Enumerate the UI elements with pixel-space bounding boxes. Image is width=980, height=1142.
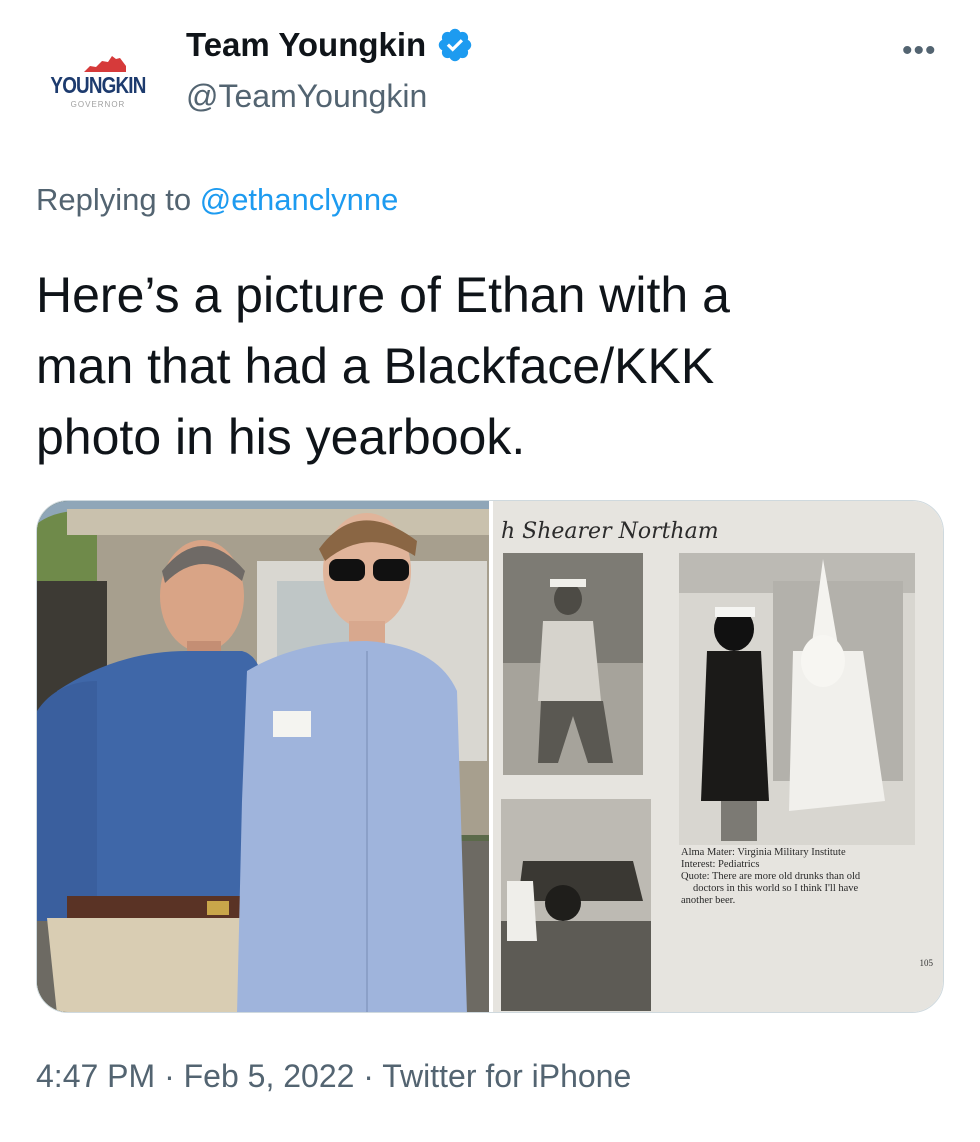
event-photo-illustration <box>37 501 489 1012</box>
avatar-logo-subtext: GOVERNOR <box>70 99 126 109</box>
yearbook-caption-line: Quote: There are more old drunks than ol… <box>681 871 861 882</box>
yearbook-caption-line: Alma Mater: Virginia Military Institute <box>681 847 846 858</box>
tweet-date[interactable]: Feb 5, 2022 <box>184 1058 355 1094</box>
tweet-text: Here’s a picture of Ethan with a man tha… <box>36 267 730 465</box>
avatar[interactable]: YOUNGKIN GOVERNOR <box>36 26 160 134</box>
virginia-state-logo-icon <box>84 55 126 72</box>
author-name-row: Team Youngkin <box>186 26 474 64</box>
yearbook-header: h Shearer Northam <box>501 519 719 544</box>
replying-to-label: Replying to <box>36 182 192 217</box>
reply-mention-link[interactable]: @ethanclynne <box>200 182 399 217</box>
avatar-logo-text: YOUNGKIN <box>50 71 146 98</box>
event-photo[interactable] <box>37 501 489 1012</box>
yearbook-caption-line: doctors in this world so I think I'll ha… <box>693 883 859 894</box>
separator: · <box>155 1058 184 1094</box>
yearbook-caption-line: another beer. <box>681 895 736 906</box>
separator: · <box>354 1058 383 1094</box>
tweet-metadata: 4:47 PM · Feb 5, 2022 · Twitter for iPho… <box>36 1058 631 1095</box>
tweet-time[interactable]: 4:47 PM <box>36 1058 155 1094</box>
more-options-button[interactable]: ••• <box>902 36 937 66</box>
replying-to: Replying to @ethanclynne <box>36 182 398 218</box>
verified-badge-icon <box>438 28 472 62</box>
yearbook-caption-line: Interest: Pediatrics <box>681 859 760 870</box>
tweet-media[interactable]: h Shearer Northam Alma Mater: Virginia M… <box>36 500 944 1013</box>
tweet-source[interactable]: Twitter for iPhone <box>382 1058 631 1094</box>
yearbook-caption: Alma Mater: Virginia Military Institute … <box>681 847 941 907</box>
yearbook-photos-illustration <box>501 553 915 1011</box>
author-handle[interactable]: @TeamYoungkin <box>186 78 427 115</box>
yearbook-page-photo[interactable]: h Shearer Northam Alma Mater: Virginia M… <box>493 501 943 1012</box>
author-display-name[interactable]: Team Youngkin <box>186 26 426 64</box>
yearbook-page-number: 105 <box>919 958 934 968</box>
